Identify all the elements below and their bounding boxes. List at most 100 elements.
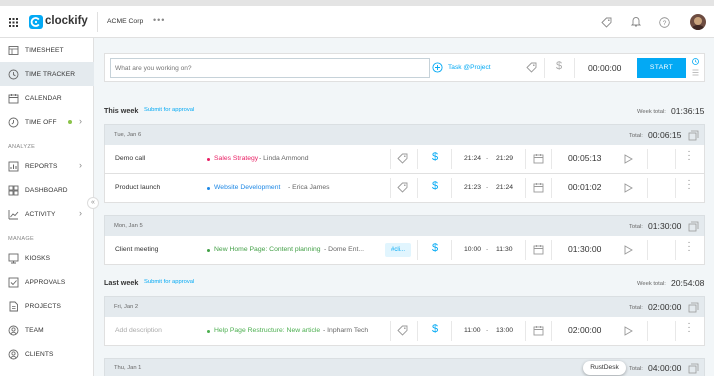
entry-end-time[interactable]: 11:30 (496, 246, 513, 253)
clock-icon (8, 69, 19, 79)
chevron-right-icon: › (79, 116, 83, 126)
entry-project[interactable]: Help Page Restructure: New article (214, 327, 320, 334)
kiosk-icon (8, 253, 19, 263)
calendar-icon[interactable] (533, 182, 544, 193)
submit-approval-link[interactable]: Submit for approval (144, 279, 194, 285)
tag-icon[interactable] (397, 182, 408, 193)
entry-end-time[interactable]: 13:00 (496, 327, 513, 334)
tag-icon[interactable] (526, 62, 537, 73)
entry-project[interactable]: Website Development (214, 184, 280, 191)
week-title: Last week (104, 278, 139, 287)
workspace-name[interactable]: ACME Corp (107, 18, 143, 25)
clients-icon (8, 349, 19, 359)
tag-icon[interactable] (397, 153, 408, 164)
sidebar-item-time-off[interactable]: TIME OFF › (0, 110, 94, 134)
section-label-manage: MANAGE (8, 236, 35, 242)
calendar-icon[interactable] (533, 325, 544, 336)
sidebar-item-kiosks[interactable]: KIOSKS (0, 246, 94, 270)
sidebar-item-clients[interactable]: CLIENTS (0, 342, 94, 366)
collapse-sidebar-button[interactable]: « (87, 197, 99, 209)
entry-end-time[interactable]: 21:24 (496, 184, 513, 191)
bulk-edit-icon[interactable] (688, 221, 699, 232)
timer-mode-icon[interactable] (692, 58, 699, 65)
entry-description[interactable]: Client meeting (115, 246, 158, 253)
week-total: 20:54:08 (671, 278, 705, 288)
day-total: 00:06:15 (648, 130, 682, 140)
entry-client: - Inpharm Tech (323, 327, 369, 334)
time-off-icon (8, 117, 19, 127)
manual-mode-icon[interactable] (692, 69, 699, 76)
apps-grid-icon[interactable] (9, 18, 18, 27)
calendar-icon[interactable] (533, 244, 544, 255)
entry-duration[interactable]: 00:01:02 (568, 182, 601, 192)
sidebar-item-dashboard[interactable]: DASHBOARD (0, 178, 94, 202)
day-group-header: Fri, Jan 2 Total: 02:00:00 (104, 296, 705, 318)
entry-description[interactable]: Product launch (115, 184, 160, 191)
entry-start-time[interactable]: 11:00 (464, 327, 481, 334)
calendar-icon[interactable] (533, 153, 544, 164)
sidebar-item-projects[interactable]: PROJECTS (0, 294, 94, 318)
bulk-edit-icon[interactable] (688, 130, 699, 141)
entry-duration[interactable]: 00:05:13 (568, 153, 601, 163)
task-project-link[interactable]: Task @Project (448, 64, 491, 71)
project-color-dot (207, 249, 210, 252)
entry-duration[interactable]: 02:00:00 (568, 325, 601, 335)
sidebar-item-activity[interactable]: ACTIVITY › (0, 202, 94, 226)
entry-description[interactable]: Add description (115, 327, 162, 334)
sidebar-item-team[interactable]: TEAM (0, 318, 94, 342)
time-dash: - (486, 184, 489, 191)
continue-play-icon[interactable] (624, 326, 633, 336)
day-total-label: Total: (629, 133, 643, 139)
continue-play-icon[interactable] (624, 154, 633, 164)
help-icon[interactable]: ? (659, 17, 670, 28)
sidebar: TIMESHEET TIME TRACKER CALENDAR TIME OFF… (0, 38, 94, 376)
description-input-box[interactable] (110, 58, 430, 78)
workspace-menu-icon[interactable]: ••• (153, 15, 165, 25)
entry-description[interactable]: Demo call (115, 155, 145, 162)
more-options-icon[interactable]: · · · (687, 319, 691, 337)
entry-start-time[interactable]: 21:24 (464, 155, 481, 162)
time-entry-row: Demo call Sales Strategy - Linda Ammond … (104, 145, 705, 174)
time-entry-row: Client meeting New Home Page: Content pl… (104, 236, 705, 265)
submit-approval-link[interactable]: Submit for approval (144, 107, 194, 113)
bulk-edit-icon[interactable] (688, 363, 699, 374)
more-options-icon[interactable]: · · · (687, 147, 691, 165)
entry-end-time[interactable]: 21:29 (496, 155, 513, 162)
sidebar-item-timesheet[interactable]: TIMESHEET (0, 38, 94, 62)
entry-project[interactable]: Sales Strategy (214, 155, 258, 162)
day-date: Thu, Jan 1 (114, 365, 142, 371)
entry-project[interactable]: New Home Page: Content planning (214, 246, 321, 253)
billable-icon[interactable]: $ (432, 242, 438, 254)
tag-icon[interactable] (601, 17, 612, 28)
billable-icon[interactable]: $ (432, 180, 438, 192)
entry-start-time[interactable]: 10:00 (464, 246, 481, 253)
status-dot (68, 120, 72, 124)
start-button[interactable]: START (637, 58, 686, 78)
continue-play-icon[interactable] (624, 245, 633, 255)
time-dash: - (486, 246, 489, 253)
tag-icon[interactable] (397, 325, 408, 336)
bulk-edit-icon[interactable] (688, 302, 699, 313)
billable-icon[interactable]: $ (556, 60, 562, 72)
description-input[interactable] (115, 60, 425, 76)
day-total-label: Total: (629, 366, 643, 372)
sidebar-item-reports[interactable]: REPORTS › (0, 154, 94, 178)
sidebar-item-approvals[interactable]: APPROVALS (0, 270, 94, 294)
bell-icon[interactable] (631, 16, 641, 27)
tag-chip[interactable]: #cli... (385, 243, 411, 257)
clockify-logo-icon[interactable] (29, 15, 43, 29)
avatar[interactable] (690, 14, 706, 30)
billable-icon[interactable]: $ (432, 151, 438, 163)
projects-icon (9, 301, 18, 311)
entry-start-time[interactable]: 21:23 (464, 184, 481, 191)
continue-play-icon[interactable] (624, 183, 633, 193)
billable-icon[interactable]: $ (432, 323, 438, 335)
sidebar-item-time-tracker[interactable]: TIME TRACKER (0, 62, 94, 86)
entry-duration[interactable]: 01:30:00 (568, 244, 601, 254)
more-options-icon[interactable]: · · · (687, 238, 691, 256)
sidebar-item-calendar[interactable]: CALENDAR (0, 86, 94, 110)
week-total-label: Week total: (637, 109, 666, 115)
add-project-icon[interactable] (432, 62, 443, 73)
day-group-header: Mon, Jan 5 Total: 01:30:00 (104, 215, 705, 237)
more-options-icon[interactable]: · · · (687, 176, 691, 194)
